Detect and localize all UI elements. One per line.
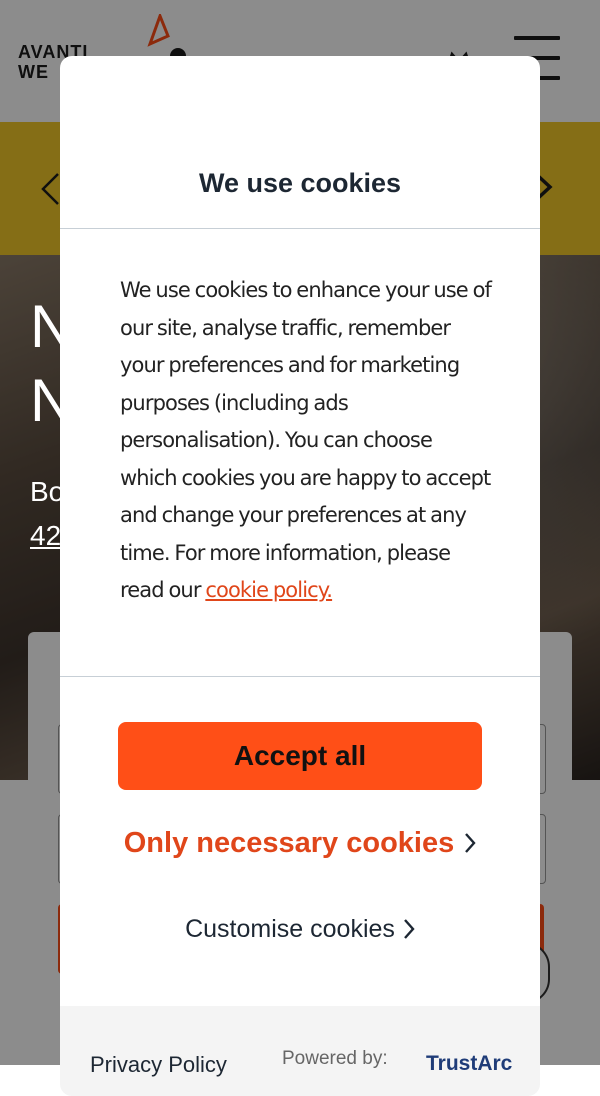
powered-by-label: Powered by: bbox=[282, 1048, 388, 1069]
chevron-right-icon bbox=[465, 833, 476, 853]
only-necessary-label: Only necessary cookies bbox=[123, 826, 455, 859]
chevron-right-icon bbox=[404, 919, 415, 939]
cookie-description: We use cookies to enhance your use of ou… bbox=[120, 272, 492, 610]
hero-subtitle: Bo bbox=[30, 476, 65, 507]
hero-title: N N bbox=[30, 293, 74, 434]
divider-top bbox=[60, 228, 540, 229]
trustarc-logo[interactable]: TrustArc bbox=[426, 1052, 512, 1076]
hero-link[interactable]: 42 bbox=[30, 520, 61, 552]
customise-label: Customise cookies bbox=[185, 914, 395, 943]
cookie-description-text: We use cookies to enhance your use of ou… bbox=[120, 278, 492, 602]
modal-footer: Privacy Policy Powered by: TrustArc bbox=[60, 1006, 540, 1096]
customise-cookies-button[interactable]: Customise cookies bbox=[60, 906, 540, 952]
divider-bottom bbox=[60, 676, 540, 677]
only-necessary-cookies-button[interactable]: Only necessary cookies bbox=[60, 818, 540, 868]
privacy-policy-link[interactable]: Privacy Policy bbox=[90, 1052, 227, 1078]
cookie-policy-link[interactable]: cookie policy. bbox=[205, 578, 333, 602]
modal-title: We use cookies bbox=[198, 168, 402, 198]
cookie-consent-modal: We use cookies We use cookies to enhance… bbox=[60, 56, 540, 1096]
accept-all-button[interactable]: Accept all bbox=[118, 722, 482, 790]
